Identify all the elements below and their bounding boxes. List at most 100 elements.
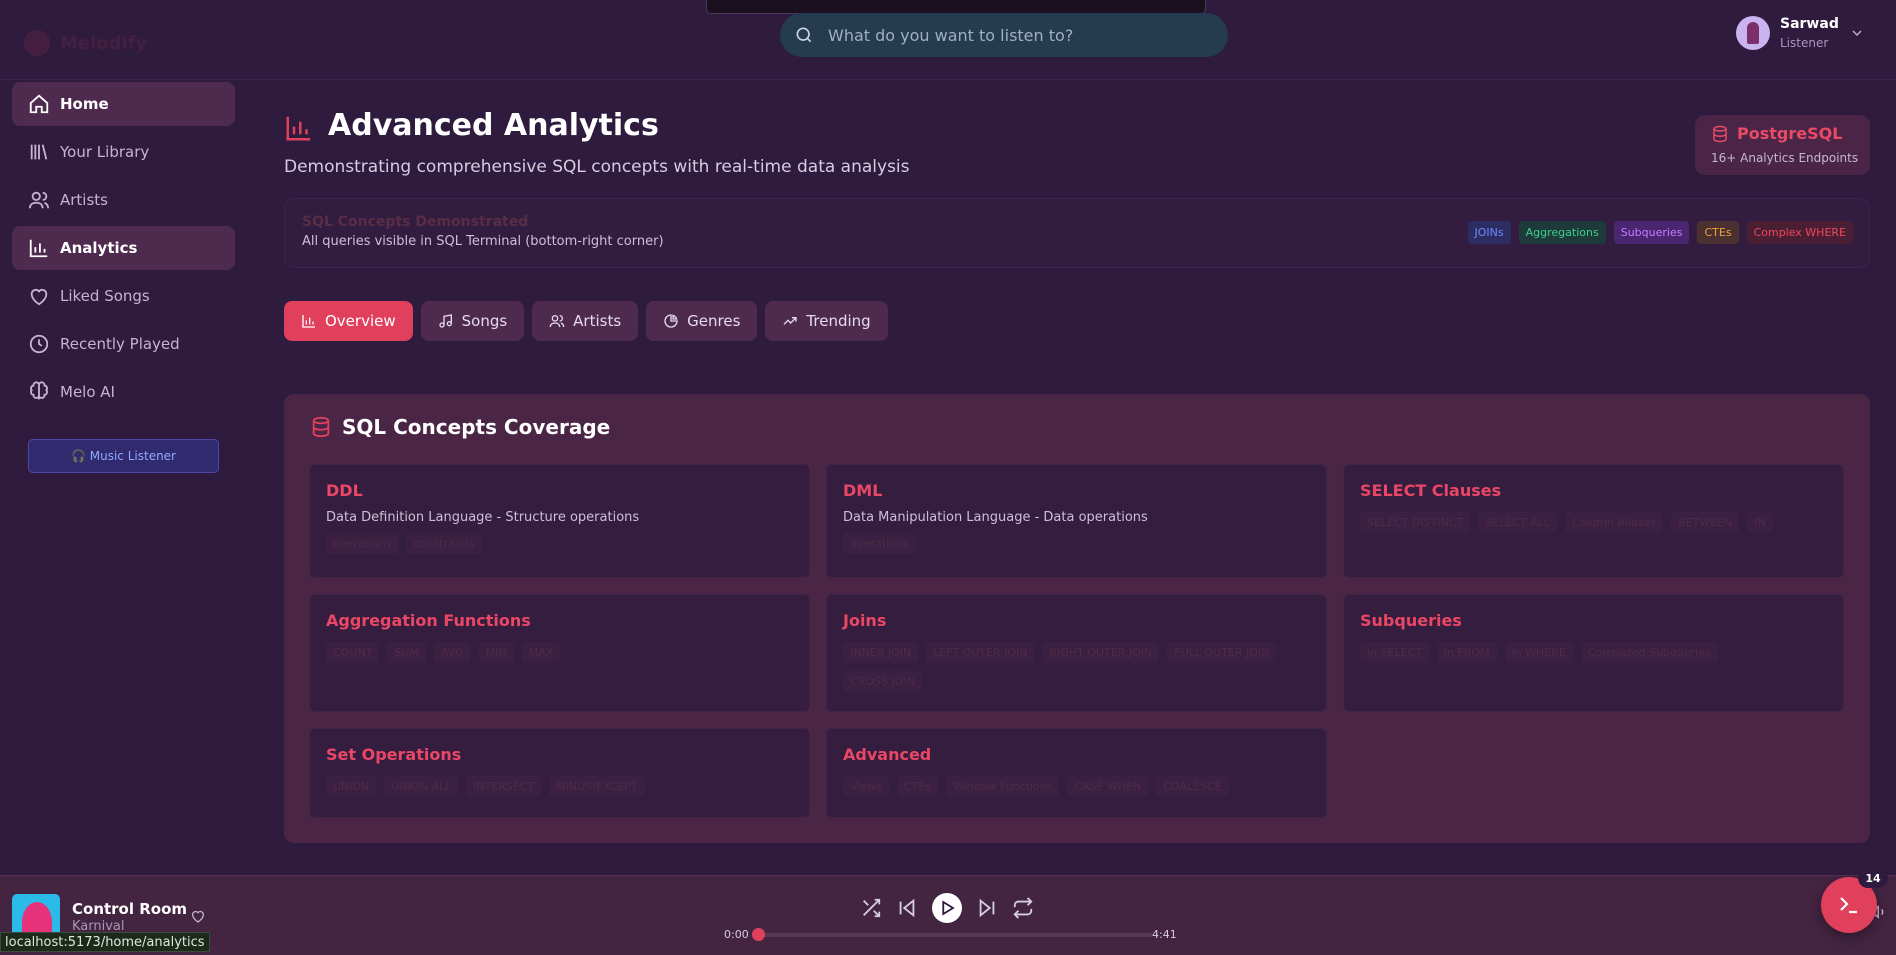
sidebar-item-label: Analytics (60, 239, 138, 257)
sidebar-item-home[interactable]: Home (12, 82, 235, 126)
bar-chart-icon (29, 239, 48, 258)
concept-tag: CTEs (896, 776, 938, 797)
database-icon (312, 416, 330, 438)
total-time: 4:41 (1152, 928, 1177, 941)
home-icon (29, 94, 49, 114)
skip-back-icon[interactable] (896, 897, 918, 919)
tab-songs[interactable]: Songs (420, 301, 525, 341)
concept-tag: operations (326, 533, 399, 554)
concept-tag: in FROM (1436, 642, 1497, 663)
card-title: SELECT Clauses (1360, 481, 1502, 500)
sidebar-item-artists[interactable]: Artists (12, 178, 235, 222)
badge-joins: JOINs (1467, 221, 1511, 244)
progress-handle[interactable] (752, 928, 765, 941)
like-heart-icon[interactable] (190, 908, 206, 924)
sidebar-item-analytics[interactable]: Analytics (12, 226, 235, 270)
tab-label: Artists (573, 312, 622, 330)
progress-bar[interactable] (752, 928, 1152, 941)
concept-tag: MIN (478, 642, 514, 663)
banner-subtitle: All queries visible in SQL Terminal (bot… (302, 234, 664, 249)
concept-tag: IN (1747, 512, 1773, 533)
logo-text: Melodify (60, 32, 148, 54)
concept-tag: CASE WHEN (1067, 776, 1149, 797)
concept-card-dml: DML Data Manipulation Language - Data op… (826, 464, 1327, 578)
logo-mark-icon (24, 30, 50, 56)
badge-aggregations: Aggregations (1518, 221, 1606, 244)
search-input[interactable] (828, 25, 1228, 45)
chevron-down-icon[interactable] (1849, 25, 1865, 41)
badge-subqueries: Subqueries (1613, 221, 1690, 244)
card-title: Advanced (843, 745, 932, 764)
sidebar: Home Your Library Artists Analytics Like… (0, 80, 248, 875)
sidebar-item-recently-played[interactable]: Recently Played (12, 322, 235, 366)
skip-forward-icon[interactable] (976, 897, 998, 919)
card-title: DDL (326, 481, 363, 500)
brain-icon (30, 381, 48, 400)
concept-tag: in SELECT (1360, 642, 1429, 663)
app-logo[interactable]: Melodify (24, 30, 147, 56)
bar-chart-icon (302, 315, 315, 328)
concept-tag: COUNT (326, 642, 380, 663)
concept-tag: MINUS/EXCEPT (549, 776, 645, 797)
user-menu[interactable]: Sarwad Listener (1736, 16, 1865, 50)
concept-tag: Column Aliases (1564, 512, 1664, 533)
concept-card-joins: Joins INNER JOIN LEFT OUTER JOIN RIGHT O… (826, 594, 1327, 712)
coverage-title-text: SQL Concepts Coverage (342, 415, 611, 439)
users-icon (28, 191, 50, 209)
sidebar-item-melo-ai[interactable]: Melo AI (12, 370, 235, 414)
now-playing-title[interactable]: Control Room (72, 900, 187, 918)
pie-chart-icon (664, 314, 678, 328)
sql-concepts-coverage: SQL Concepts Coverage DDL Data Definitio… (284, 394, 1870, 843)
concept-tag: operations (843, 533, 916, 554)
top-bar: Melodify Sarwad Listener (0, 0, 1896, 80)
trending-up-icon (783, 317, 798, 325)
tab-genres[interactable]: Genres (646, 301, 758, 341)
concept-tag: COALESCE (1156, 776, 1229, 797)
concept-tag: SUM (387, 642, 426, 663)
concept-tag: Views (843, 776, 889, 797)
concept-tag: in WHERE (1504, 642, 1573, 663)
banner-title: SQL Concepts Demonstrated (302, 214, 529, 230)
sidebar-item-library[interactable]: Your Library (12, 130, 235, 174)
concept-card-subqueries: Subqueries in SELECT in FROM in WHERE Co… (1343, 594, 1844, 712)
sidebar-item-liked-songs[interactable]: Liked Songs (12, 274, 235, 318)
heart-icon (30, 289, 48, 306)
tab-label: Genres (687, 312, 741, 330)
bar-chart-icon (286, 116, 311, 141)
current-time: 0:00 (724, 928, 749, 941)
card-title: DML (843, 481, 883, 500)
tab-label: Songs (461, 312, 508, 330)
concept-tag: RIGHT OUTER JOIN (1042, 642, 1160, 663)
tab-overview[interactable]: Overview (284, 301, 413, 341)
concept-tag: UNION ALL (384, 776, 459, 797)
playback-controls (860, 893, 1034, 923)
card-description: Data Manipulation Language - Data operat… (843, 510, 1148, 525)
browser-status-url: localhost:5173/home/analytics (0, 932, 210, 952)
concept-tag: INTERSECT (466, 776, 542, 797)
page-title: Advanced Analytics (328, 108, 659, 143)
tab-artists[interactable]: Artists (532, 301, 639, 341)
concept-tag: SELECT DISTINCT (1360, 512, 1471, 533)
repeat-icon[interactable] (1012, 897, 1034, 919)
user-role: Listener (1780, 36, 1829, 50)
badge-ctes: CTEs (1697, 221, 1739, 244)
search-bar[interactable] (780, 13, 1228, 57)
card-title: Set Operations (326, 745, 462, 764)
concept-tag: INNER JOIN (843, 642, 919, 663)
avatar[interactable] (1736, 16, 1770, 50)
sidebar-item-label: Melo AI (60, 383, 115, 401)
music-listener-button[interactable]: 🎧 Music Listener (28, 439, 219, 473)
card-title: Aggregation Functions (326, 611, 531, 630)
concept-card-advanced: Advanced Views CTEs Window Functions CAS… (826, 728, 1327, 818)
shuffle-icon[interactable] (860, 897, 882, 919)
sql-concepts-banner: SQL Concepts Demonstrated All queries vi… (284, 198, 1870, 268)
library-icon (30, 144, 48, 160)
tab-trending[interactable]: Trending (765, 301, 888, 341)
sidebar-item-label: Your Library (60, 143, 150, 161)
sidebar-item-label: Liked Songs (60, 287, 150, 305)
tab-label: Trending (806, 312, 871, 330)
sidebar-item-label: Artists (60, 191, 108, 209)
play-button[interactable] (932, 893, 962, 923)
concept-card-ddl: DDL Data Definition Language - Structure… (309, 464, 810, 578)
concept-card-aggregation-functions: Aggregation Functions COUNT SUM AVG MIN … (309, 594, 810, 712)
